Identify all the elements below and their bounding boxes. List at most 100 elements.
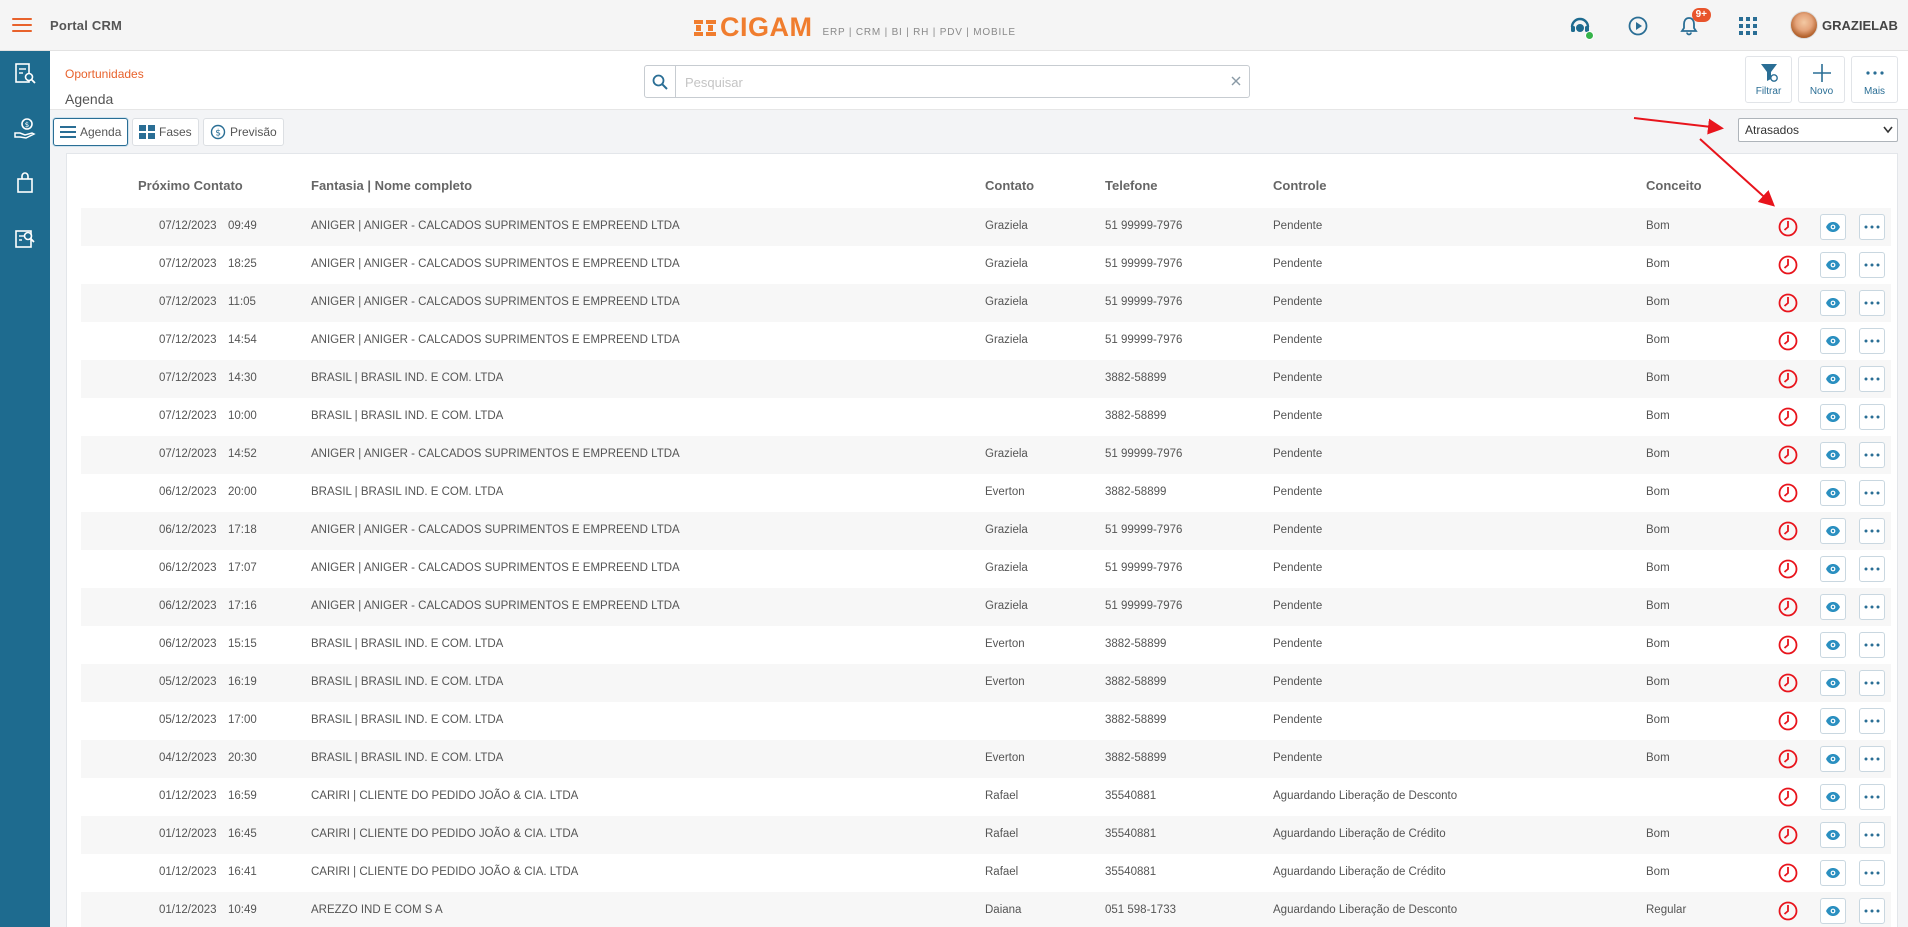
row-more-button[interactable] [1859, 556, 1885, 582]
column-next-contact[interactable]: Próximo Contato [138, 178, 243, 193]
clock-icon[interactable] [1777, 330, 1799, 352]
search-input[interactable] [685, 72, 1215, 92]
row-more-button[interactable] [1859, 290, 1885, 316]
table-row[interactable]: 07/12/2023 11:05 ANIGER | ANIGER - CALCADO… [81, 284, 1891, 322]
table-row[interactable]: 06/12/2023 17:16 ANIGER | ANIGER - CALCADO… [81, 588, 1891, 626]
table-row[interactable]: 01/12/2023 16:59 CARIRI | CLIENTE DO PEDID… [81, 778, 1891, 816]
view-row-button[interactable] [1820, 784, 1846, 810]
row-more-button[interactable] [1859, 670, 1885, 696]
clock-icon[interactable] [1777, 254, 1799, 276]
row-more-button[interactable] [1859, 746, 1885, 772]
status-filter-select[interactable]: Atrasados [1738, 118, 1898, 142]
column-concept[interactable]: Conceito [1646, 178, 1702, 193]
clock-icon[interactable] [1777, 748, 1799, 770]
clock-icon[interactable] [1777, 216, 1799, 238]
row-more-button[interactable] [1859, 632, 1885, 658]
table-row[interactable]: 06/12/2023 15:15 BRASIL | BRASIL IND. E CO… [81, 626, 1891, 664]
table-row[interactable]: 07/12/2023 14:30 BRASIL | BRASIL IND. E CO… [81, 360, 1891, 398]
table-row[interactable]: 07/12/2023 14:54 ANIGER | ANIGER - CALCADO… [81, 322, 1891, 360]
tab-agenda[interactable]: Agenda [53, 118, 129, 146]
row-more-button[interactable] [1859, 898, 1885, 924]
clock-icon[interactable] [1777, 900, 1799, 922]
row-more-button[interactable] [1859, 822, 1885, 848]
clock-icon[interactable] [1777, 368, 1799, 390]
view-row-button[interactable] [1820, 404, 1846, 430]
clock-icon[interactable] [1777, 596, 1799, 618]
new-button[interactable]: Novo [1798, 56, 1845, 103]
sidebar-item-consults[interactable] [13, 227, 37, 251]
clock-icon[interactable] [1777, 634, 1799, 656]
clock-icon[interactable] [1777, 672, 1799, 694]
view-row-button[interactable] [1820, 442, 1846, 468]
row-more-button[interactable] [1859, 404, 1885, 430]
clock-icon[interactable] [1777, 558, 1799, 580]
row-more-button[interactable] [1859, 860, 1885, 886]
view-row-button[interactable] [1820, 328, 1846, 354]
table-row[interactable]: 01/12/2023 16:41 CARIRI | CLIENTE DO PEDID… [81, 854, 1891, 892]
row-more-button[interactable] [1859, 366, 1885, 392]
table-row[interactable]: 07/12/2023 10:00 BRASIL | BRASIL IND. E CO… [81, 398, 1891, 436]
row-more-button[interactable] [1859, 708, 1885, 734]
clock-icon[interactable] [1777, 406, 1799, 428]
column-phone[interactable]: Telefone [1105, 178, 1158, 193]
view-row-button[interactable] [1820, 556, 1846, 582]
clock-icon[interactable] [1777, 786, 1799, 808]
clock-icon[interactable] [1777, 292, 1799, 314]
row-more-button[interactable] [1859, 594, 1885, 620]
view-row-button[interactable] [1820, 594, 1846, 620]
hamburger-menu-icon[interactable] [12, 18, 32, 32]
clock-icon[interactable] [1777, 520, 1799, 542]
view-row-button[interactable] [1820, 670, 1846, 696]
table-row[interactable]: 06/12/2023 20:00 BRASIL | BRASIL IND. E CO… [81, 474, 1891, 512]
breadcrumb[interactable]: Oportunidades [65, 67, 144, 81]
column-control[interactable]: Controle [1273, 178, 1326, 193]
view-row-button[interactable] [1820, 480, 1846, 506]
view-row-button[interactable] [1820, 366, 1846, 392]
view-row-button[interactable] [1820, 632, 1846, 658]
view-row-button[interactable] [1820, 822, 1846, 848]
filter-button[interactable]: Filtrar [1745, 56, 1792, 103]
table-row[interactable]: 06/12/2023 17:18 ANIGER | ANIGER - CALCADO… [81, 512, 1891, 550]
table-row[interactable]: 05/12/2023 17:00 BRASIL | BRASIL IND. E CO… [81, 702, 1891, 740]
view-row-button[interactable] [1820, 252, 1846, 278]
view-row-button[interactable] [1820, 708, 1846, 734]
table-row[interactable]: 07/12/2023 18:25 ANIGER | ANIGER - CALCADO… [81, 246, 1891, 284]
notifications-button[interactable]: 9+ [1677, 8, 1711, 38]
clock-icon[interactable] [1777, 710, 1799, 732]
column-name[interactable]: Fantasia | Nome completo [311, 178, 472, 193]
view-row-button[interactable] [1820, 898, 1846, 924]
more-button[interactable]: Mais [1851, 56, 1898, 103]
table-row[interactable]: 07/12/2023 09:49 ANIGER | ANIGER - CALCADO… [81, 208, 1891, 246]
view-row-button[interactable] [1820, 518, 1846, 544]
tab-fases[interactable]: Fases [132, 118, 199, 146]
search-button[interactable] [645, 66, 676, 97]
sidebar-item-orders[interactable] [13, 171, 37, 195]
view-row-button[interactable] [1820, 746, 1846, 772]
sidebar-item-opportunities[interactable]: $ [13, 117, 37, 141]
table-row[interactable]: 07/12/2023 14:52 ANIGER | ANIGER - CALCADO… [81, 436, 1891, 474]
table-row[interactable]: 01/12/2023 10:49 AREZZO IND E COM S A Daian… [81, 892, 1891, 927]
view-row-button[interactable] [1820, 860, 1846, 886]
clock-icon[interactable] [1777, 482, 1799, 504]
row-more-button[interactable] [1859, 518, 1885, 544]
column-contact[interactable]: Contato [985, 178, 1034, 193]
apps-button[interactable] [1736, 14, 1760, 38]
table-row[interactable]: 04/12/2023 20:30 BRASIL | BRASIL IND. E CO… [81, 740, 1891, 778]
row-more-button[interactable] [1859, 480, 1885, 506]
clear-search-icon[interactable] [1229, 74, 1243, 88]
view-row-button[interactable] [1820, 214, 1846, 240]
user-menu[interactable]: GRAZIELAB [1790, 11, 1898, 39]
video-tutorial-button[interactable] [1626, 14, 1650, 38]
clock-icon[interactable] [1777, 824, 1799, 846]
tab-previsao[interactable]: $ Previsão [203, 118, 284, 146]
table-row[interactable]: 05/12/2023 16:19 BRASIL | BRASIL IND. E CO… [81, 664, 1891, 702]
row-more-button[interactable] [1859, 328, 1885, 354]
view-row-button[interactable] [1820, 290, 1846, 316]
row-more-button[interactable] [1859, 214, 1885, 240]
row-more-button[interactable] [1859, 784, 1885, 810]
sidebar-item-reports[interactable] [13, 62, 37, 86]
row-more-button[interactable] [1859, 252, 1885, 278]
support-button[interactable] [1568, 14, 1594, 40]
row-more-button[interactable] [1859, 442, 1885, 468]
clock-icon[interactable] [1777, 444, 1799, 466]
